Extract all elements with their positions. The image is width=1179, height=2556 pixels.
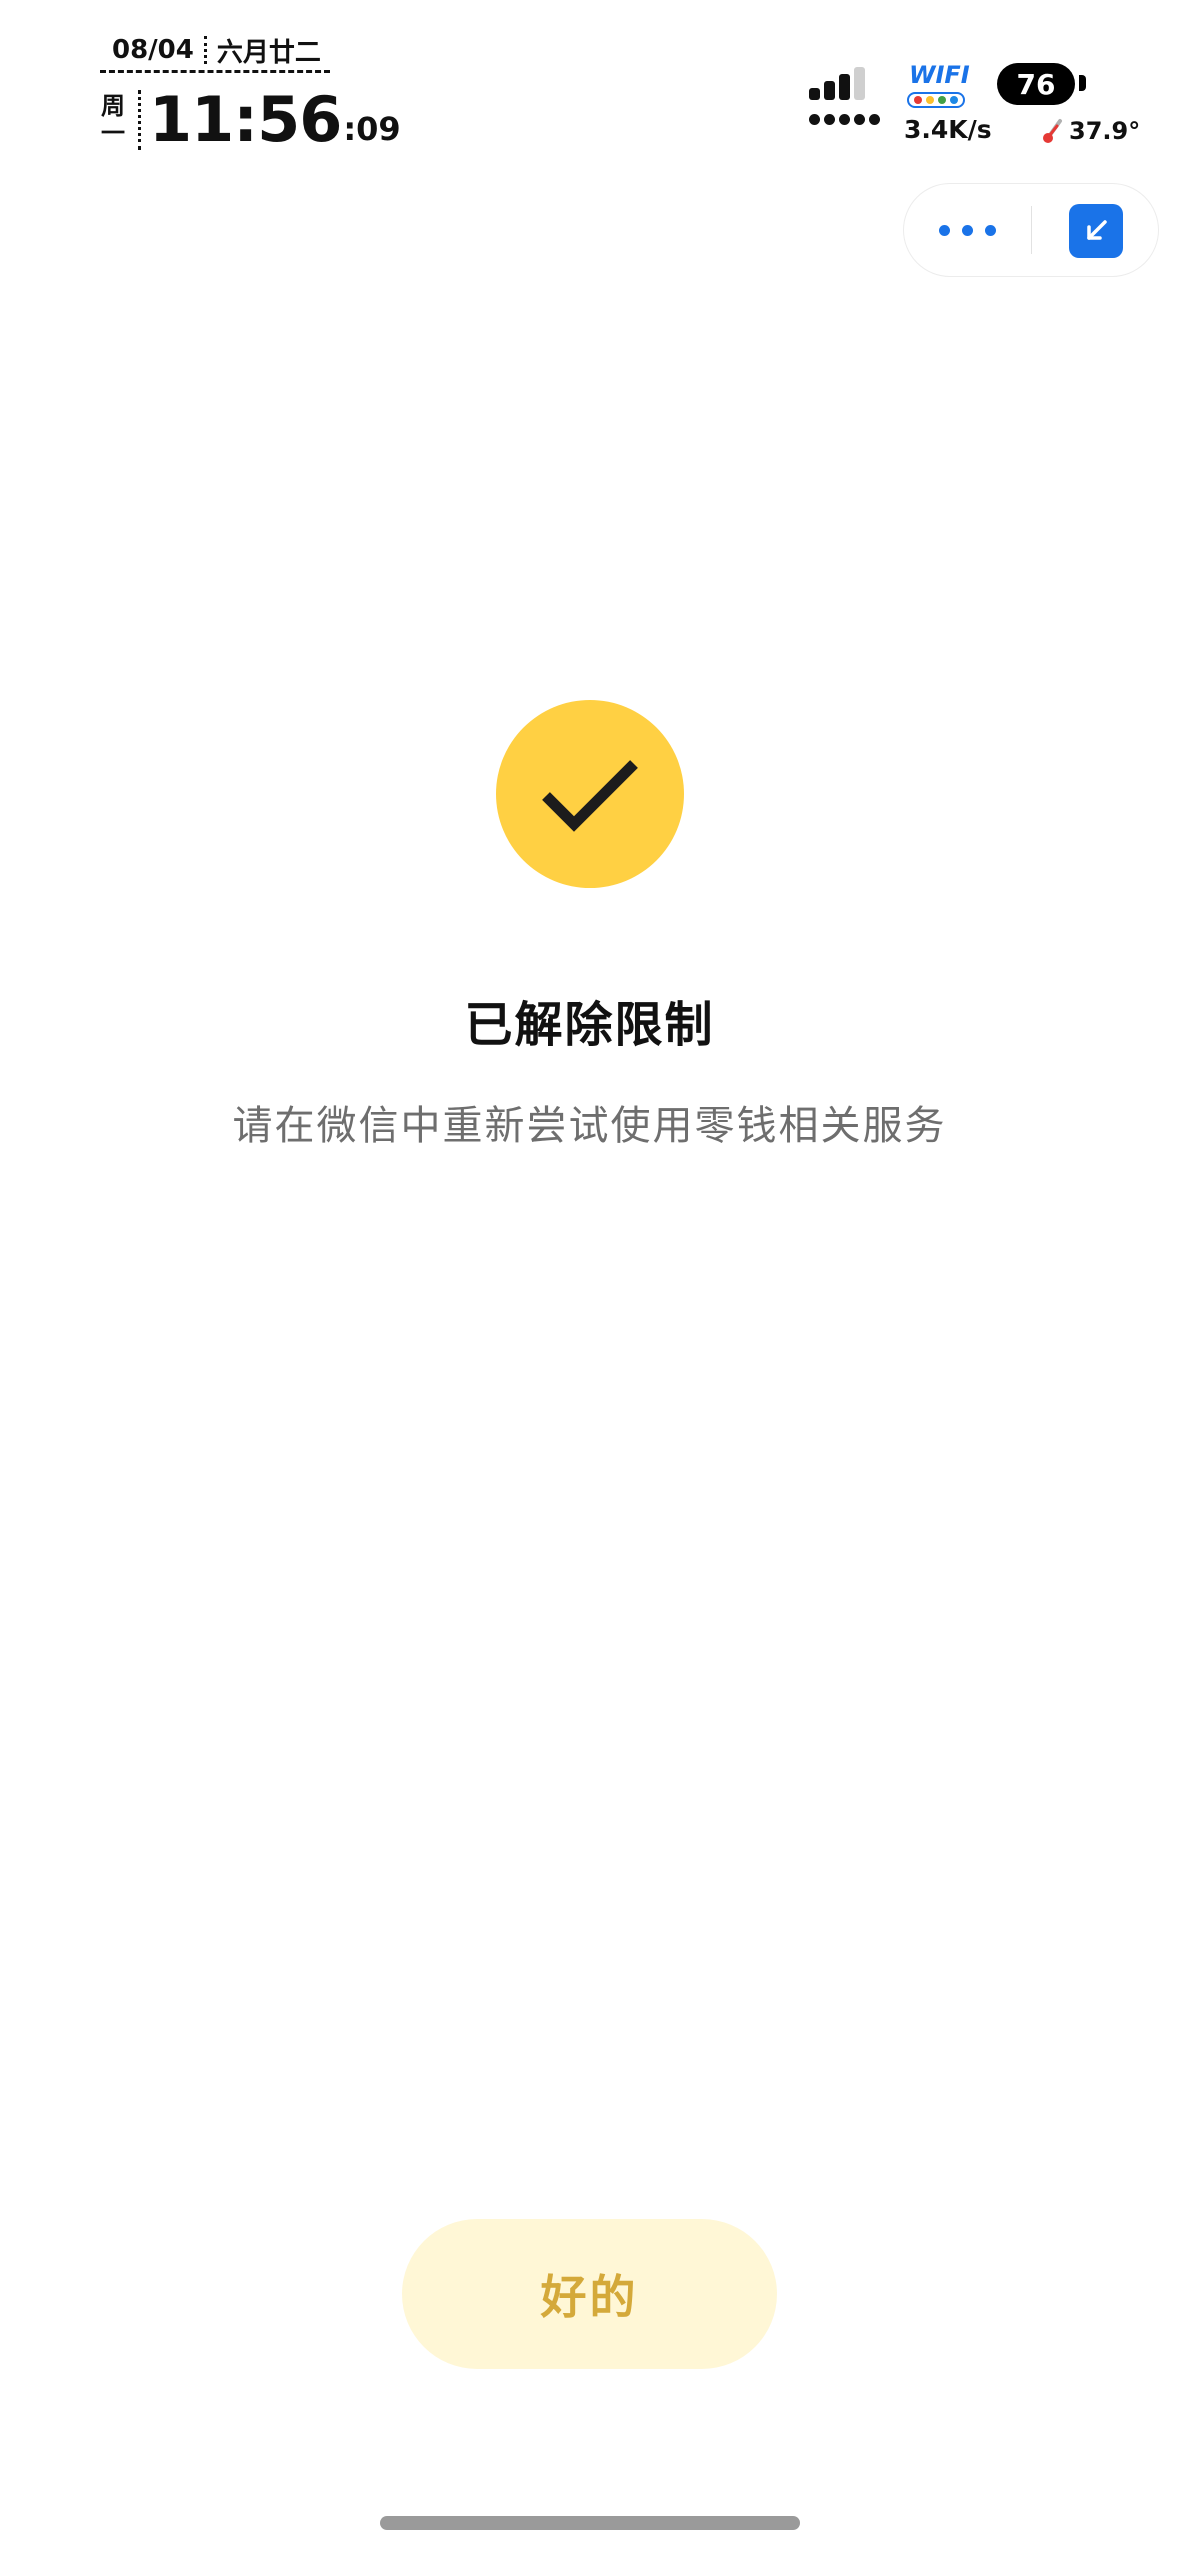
status-bar-left: 08/04 六月廿二 周一 11:56 :09 <box>100 30 401 151</box>
wifi-label: WIFI <box>909 61 970 89</box>
thermometer-icon <box>1043 119 1062 143</box>
result-title: 已解除限制 <box>464 997 715 1053</box>
status-divider <box>100 70 330 73</box>
status-seconds: :09 <box>343 110 401 148</box>
date-row: 08/04 六月廿二 <box>100 30 330 70</box>
temperature-readout: 37.9° <box>1042 117 1140 145</box>
more-button[interactable] <box>904 184 1031 276</box>
success-badge <box>496 700 684 888</box>
temperature-value: 37.9° <box>1069 117 1141 145</box>
wifi-indicator-icon <box>907 92 965 108</box>
minimize-button[interactable] <box>1069 204 1123 258</box>
status-date: 08/04 <box>112 35 194 65</box>
battery-icon: 76 <box>997 63 1075 105</box>
network-speed: 3.4K/s <box>904 115 992 144</box>
checkmark-icon <box>542 760 638 832</box>
more-dots-icon <box>933 224 1002 236</box>
status-bar-right: WIFI 76 3.4K/s 37.9° <box>799 55 1179 165</box>
ok-button[interactable]: 好的 <box>402 2219 777 2369</box>
cellular-signal-icon <box>809 65 884 125</box>
status-lunar-date: 六月廿二 <box>216 37 321 68</box>
battery-level: 76 <box>1016 67 1056 101</box>
mini-program-capsule <box>903 183 1159 277</box>
status-clock: 11:56 <box>149 83 342 156</box>
home-indicator[interactable] <box>380 2516 800 2530</box>
time-row: 周一 11:56 :09 <box>100 74 401 166</box>
status-weekday: 周一 <box>101 92 125 147</box>
time-separator <box>138 90 141 150</box>
result-description: 请在微信中重新尝试使用零钱相关服务 <box>232 1103 947 1149</box>
capsule-divider <box>1031 206 1032 254</box>
minimize-arrow-icon <box>1087 220 1107 240</box>
battery-cap <box>1079 75 1086 91</box>
date-separator <box>203 36 207 64</box>
